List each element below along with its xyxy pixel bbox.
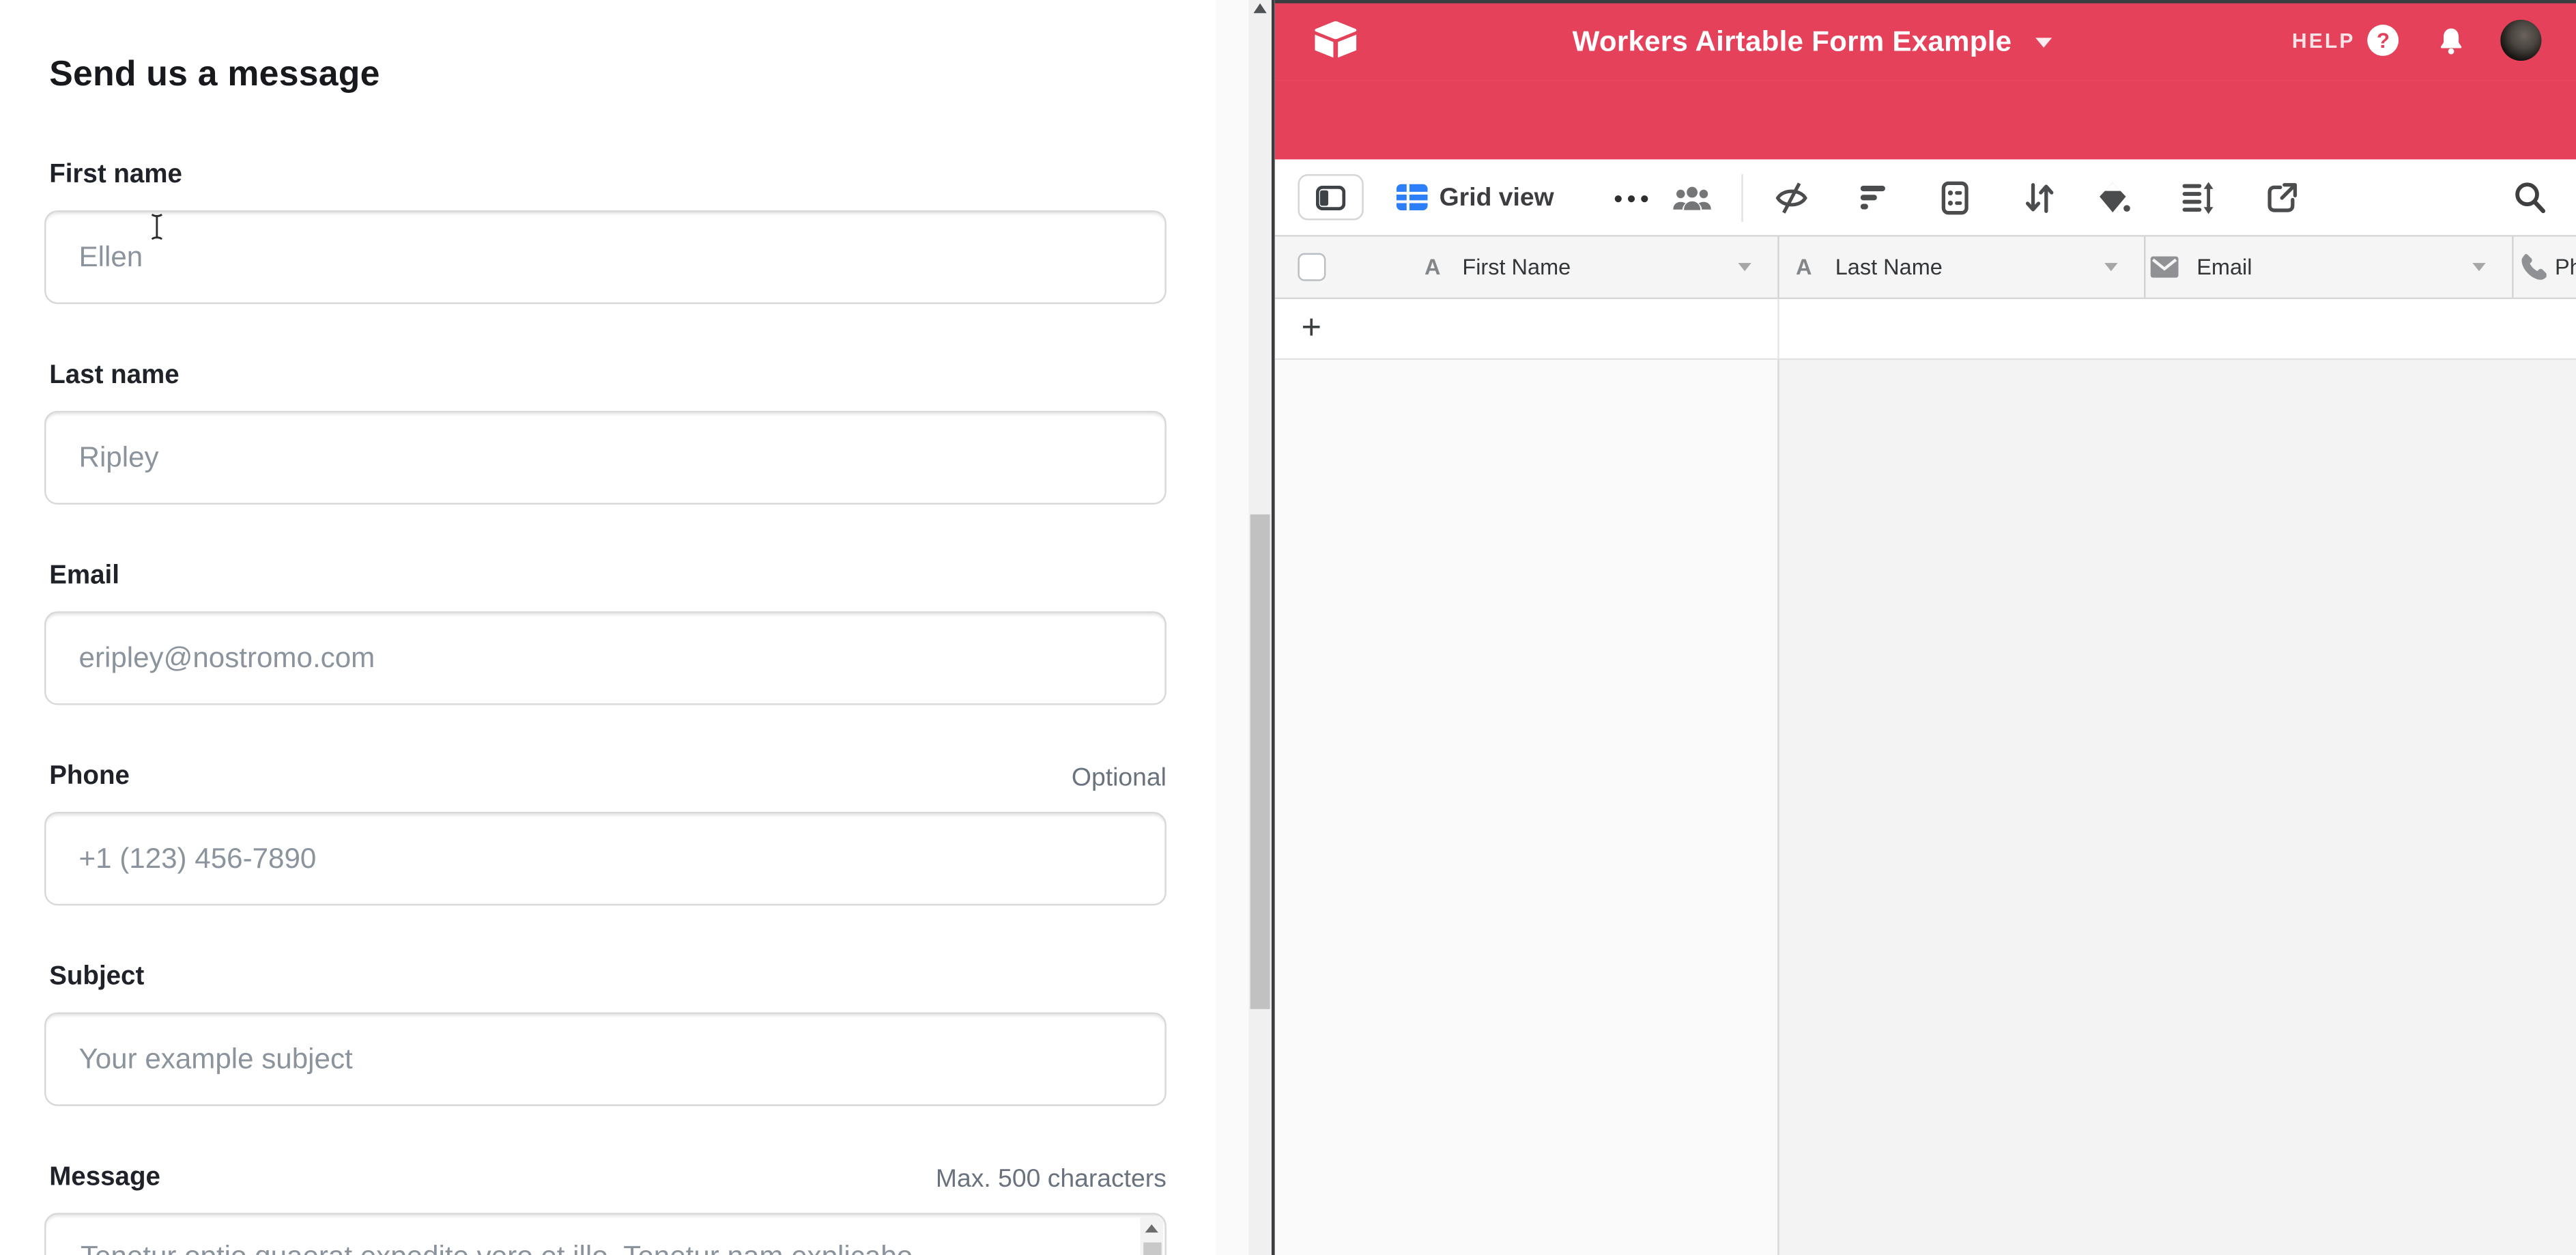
message-textarea[interactable]: Tenetur optio quaerat expedite vero et i…	[44, 1213, 1167, 1255]
row-height-icon[interactable]	[2180, 180, 2215, 215]
select-all-checkbox[interactable]	[1298, 253, 1326, 281]
page-margin-gutter	[1216, 0, 1248, 1255]
form-title: Send us a message	[49, 54, 380, 95]
collaborators-icon[interactable]	[1672, 185, 1712, 212]
window-top-edge	[1275, 0, 2576, 3]
grid-body-frozen-area	[1275, 361, 1778, 1255]
first-name-input[interactable]	[44, 210, 1167, 304]
add-record-row[interactable]: +	[1275, 298, 2576, 360]
contact-form-pane: Send us a message First name Last name E…	[0, 0, 1216, 1255]
text-field-icon: A	[1796, 237, 1812, 296]
phone-optional-note: Optional	[1072, 764, 1167, 793]
column-divider	[1777, 298, 1779, 358]
airtable-top-bar: Workers Airtable Form Example HELP ?	[1275, 0, 2576, 81]
search-icon[interactable]	[2514, 180, 2547, 215]
base-title-caret-icon[interactable]	[2035, 38, 2052, 47]
group-icon[interactable]	[1938, 180, 1971, 215]
column-header-last-name[interactable]: Last Name	[1835, 237, 1943, 296]
grid-body-area	[1777, 361, 2575, 1255]
message-scrollbar[interactable]	[1140, 1216, 1163, 1255]
column-header-phone[interactable]: Phone	[2555, 237, 2576, 296]
scroll-up-arrow[interactable]	[1145, 1224, 1158, 1232]
phone-label: Phone	[49, 763, 130, 792]
screen: Send us a message First name Last name E…	[0, 0, 2576, 1255]
airtable-logo-icon[interactable]	[1312, 20, 1358, 59]
message-label: Message	[49, 1164, 160, 1193]
subject-label: Subject	[49, 963, 144, 992]
grid-view-icon[interactable]	[1397, 184, 1428, 210]
text-cursor-icon	[149, 212, 164, 241]
panel-icon	[1316, 185, 1345, 210]
column-header-email[interactable]: Email	[2196, 237, 2252, 296]
view-options-ellipsis-icon[interactable]	[1614, 193, 1653, 203]
column-divider[interactable]	[2143, 237, 2145, 297]
help-button[interactable]: HELP	[2292, 0, 2356, 81]
first-name-label: First name	[49, 161, 182, 191]
scrollbar-thumb[interactable]	[1250, 514, 1270, 1009]
column-divider[interactable]	[1777, 237, 1779, 297]
help-question-icon[interactable]: ?	[2368, 25, 2399, 56]
message-maxlength-note: Max. 500 characters	[936, 1165, 1167, 1194]
email-label: Email	[49, 562, 119, 591]
view-name[interactable]: Grid view	[1440, 158, 1554, 235]
notifications-bell-icon[interactable]	[2437, 25, 2466, 57]
last-name-input[interactable]	[44, 411, 1167, 505]
scrollbar-up-arrow[interactable]	[1253, 3, 1266, 12]
email-input[interactable]	[44, 611, 1167, 705]
color-icon[interactable]	[2096, 180, 2131, 215]
share-view-icon[interactable]	[2265, 180, 2298, 215]
add-record-plus-icon[interactable]: +	[1301, 298, 1321, 358]
column-header-first-name[interactable]: First Name	[1462, 237, 1571, 296]
hide-fields-icon[interactable]	[1775, 180, 1809, 215]
text-field-icon: A	[1425, 237, 1440, 296]
phone-field-icon	[2519, 253, 2547, 281]
column-caret-icon[interactable]	[1738, 264, 1751, 272]
column-divider[interactable]	[2511, 237, 2513, 297]
column-caret-icon[interactable]	[2104, 264, 2117, 272]
phone-input[interactable]	[44, 812, 1167, 905]
base-title[interactable]: Workers Airtable Form Example	[1573, 0, 2012, 81]
grid-header-row: A First Name A Last Name Email Phone	[1275, 236, 2576, 298]
filter-icon[interactable]	[1857, 180, 1889, 213]
view-sidebar-toggle-button[interactable]	[1298, 173, 1364, 219]
page-scrollbar[interactable]	[1248, 0, 1271, 1255]
scroll-thumb[interactable]	[1143, 1243, 1160, 1255]
user-avatar[interactable]	[2501, 20, 2542, 61]
view-toolbar: Grid view	[1275, 158, 2576, 235]
frozen-column-divider	[1777, 361, 1779, 1255]
subject-input[interactable]	[44, 1013, 1167, 1106]
column-caret-icon[interactable]	[2473, 264, 2486, 272]
message-placeholder: Tenetur optio quaerat expedite vero et i…	[81, 1239, 913, 1255]
email-field-icon	[2151, 257, 2179, 278]
toolbar-divider	[1742, 173, 1744, 221]
airtable-tab-bar: Form Submissions SHARE	[1275, 81, 2576, 159]
airtable-pane: Workers Airtable Form Example HELP ? For…	[1275, 0, 2576, 1255]
sort-icon[interactable]	[2022, 180, 2055, 215]
last-name-label: Last name	[49, 362, 179, 391]
